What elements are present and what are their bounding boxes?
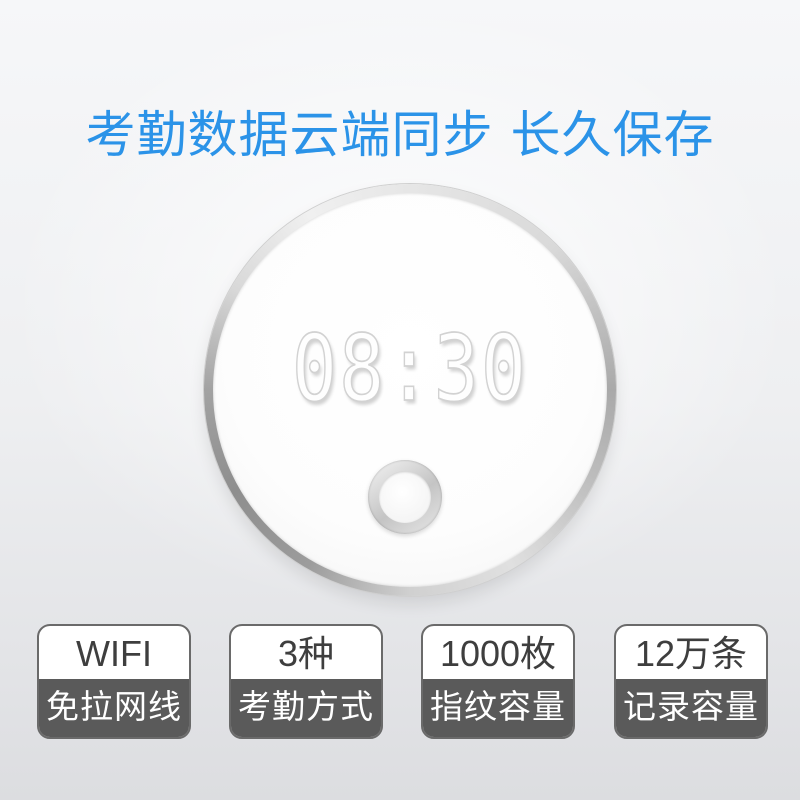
feature-label: 指纹容量 [423, 679, 573, 737]
fingerprint-sensor-surface [379, 471, 431, 523]
feature-label: 免拉网线 [39, 679, 189, 737]
feature-value: 3种 [277, 633, 335, 674]
feature-label: 记录容量 [616, 679, 766, 737]
fingerprint-button [368, 460, 442, 534]
feature-label: 考勤方式 [231, 679, 381, 737]
feature-badge-fingerprint-capacity: 1000枚 指纹容量 [421, 624, 575, 739]
headline: 考勤数据云端同步 长久保存 [85, 106, 715, 164]
time-display: 08:30 [291, 316, 529, 423]
feature-badge-record-capacity: 12万条 记录容量 [614, 624, 768, 739]
attendance-device: 08:30 [204, 184, 616, 596]
feature-badge-methods: 3种 考勤方式 [229, 624, 383, 739]
feature-value: WIFI [76, 633, 152, 674]
feature-badge-wifi: WIFI 免拉网线 [37, 624, 191, 739]
feature-value: 1000枚 [439, 633, 557, 674]
feature-value: 12万条 [634, 633, 748, 674]
device-face: 08:30 [213, 193, 607, 587]
